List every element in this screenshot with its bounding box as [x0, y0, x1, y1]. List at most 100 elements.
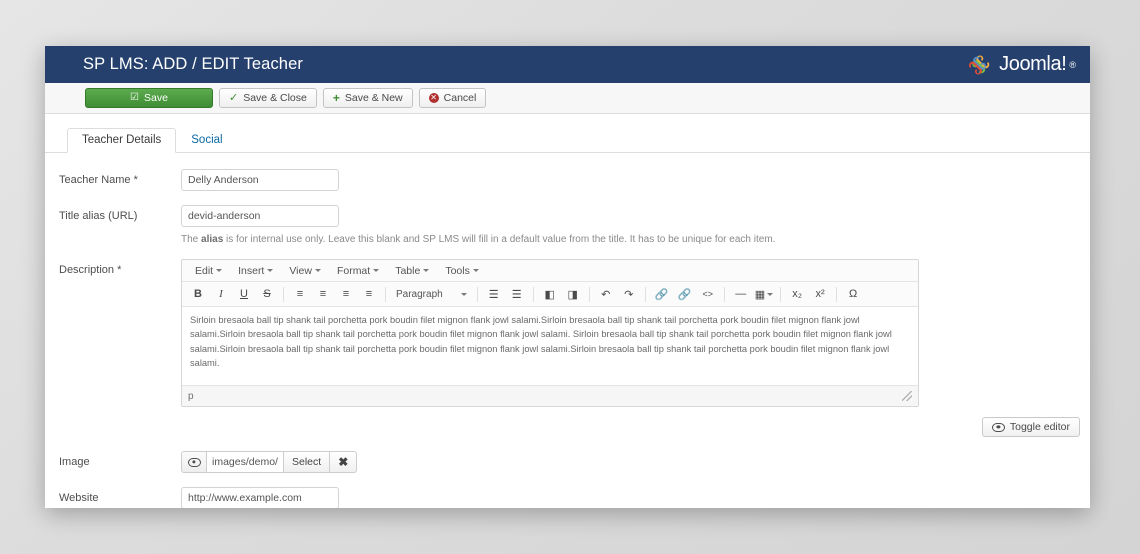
check-icon: ✓ [229, 93, 238, 104]
align-center-icon[interactable]: ≡ [312, 285, 334, 303]
description-label: Description * [59, 259, 181, 276]
toolbar-divider [780, 287, 781, 302]
joomla-trademark: ® [1069, 60, 1076, 70]
save-and-new-button[interactable]: + Save & New [323, 88, 413, 108]
source-code-icon[interactable]: <> [697, 285, 719, 303]
editor-menu-insert[interactable]: Insert [231, 263, 280, 279]
field-row-description: Description * Edit Insert View [45, 259, 1090, 437]
editor-menubar: Edit Insert View Format [182, 260, 918, 282]
joomla-logo-icon [969, 53, 993, 77]
image-preview-button[interactable] [181, 451, 207, 473]
image-input-group: Select ✖ [181, 451, 1090, 473]
image-select-label: Select [292, 456, 321, 468]
teacher-name-input[interactable] [181, 169, 339, 191]
save-document-icon: ☑ [130, 93, 139, 103]
editor-menu-insert-label: Insert [238, 265, 264, 277]
toolbar-divider [645, 287, 646, 302]
joomla-brand: Joomla! ® [969, 53, 1090, 77]
toolbar-divider [836, 287, 837, 302]
chevron-down-icon [267, 269, 273, 272]
image-path-input[interactable] [207, 451, 283, 473]
format-select[interactable]: Paragraph [391, 285, 472, 303]
title-alias-label: Title alias (URL) [59, 205, 181, 222]
horizontal-rule-icon[interactable]: — [730, 285, 752, 303]
editor-menu-table[interactable]: Table [388, 263, 436, 279]
editor-status-bar: p [182, 385, 918, 406]
toolbar-divider [283, 287, 284, 302]
chevron-down-icon [373, 269, 379, 272]
tab-bar: Teacher Details Social [45, 114, 1090, 153]
tab-teacher-details[interactable]: Teacher Details [67, 128, 176, 154]
editor-menu-format-label: Format [337, 265, 370, 277]
indent-icon[interactable]: ◨ [562, 285, 584, 303]
help-prefix: The [181, 234, 201, 245]
outdent-icon[interactable]: ◧ [539, 285, 561, 303]
italic-icon[interactable]: I [210, 285, 232, 303]
editor-menu-edit-label: Edit [195, 265, 213, 277]
field-row-teacher-name: Teacher Name * [45, 169, 1090, 191]
image-label: Image [59, 451, 181, 468]
editor-menu-tools[interactable]: Tools [438, 263, 486, 279]
chevron-down-icon [423, 269, 429, 272]
align-right-icon[interactable]: ≡ [335, 285, 357, 303]
align-justify-icon[interactable]: ≡ [358, 285, 380, 303]
special-character-icon[interactable]: Ω [842, 285, 864, 303]
action-toolbar: ☑ Save ✓ Save & Close + Save & New ✕ Can… [45, 83, 1090, 114]
toggle-editor-row: Toggle editor [181, 407, 1090, 437]
superscript-icon[interactable]: x² [809, 285, 831, 303]
field-row-title-alias: Title alias (URL) The alias is for inter… [45, 205, 1090, 245]
table-icon[interactable]: ▦ [753, 285, 775, 303]
save-and-new-label: Save & New [345, 93, 403, 104]
save-and-close-label: Save & Close [243, 93, 307, 104]
save-button-label: Save [144, 93, 168, 104]
page-header: SP LMS: ADD / EDIT Teacher Joomla! ® [45, 46, 1090, 83]
teacher-name-label: Teacher Name * [59, 169, 181, 186]
toolbar-divider [385, 287, 386, 302]
field-row-image: Image Select ✖ [45, 451, 1090, 473]
editor-menu-format[interactable]: Format [330, 263, 386, 279]
bold-icon[interactable]: B [187, 285, 209, 303]
chevron-down-icon [315, 269, 321, 272]
editor-toolbar: B I U S ≡ ≡ ≡ ≡ Paragraph [182, 282, 918, 307]
editor-menu-edit[interactable]: Edit [188, 263, 229, 279]
toolbar-divider [533, 287, 534, 302]
format-select-value: Paragraph [396, 289, 443, 300]
website-input[interactable] [181, 487, 339, 508]
plus-icon: + [333, 92, 340, 104]
tab-social[interactable]: Social [176, 128, 237, 154]
numbered-list-icon[interactable]: ☰ [506, 285, 528, 303]
editor-resize-handle[interactable] [902, 391, 912, 401]
editor-element-path: p [188, 391, 194, 402]
toggle-editor-label: Toggle editor [1010, 421, 1070, 433]
cancel-label: Cancel [444, 93, 477, 104]
help-bold: alias [201, 234, 223, 245]
image-clear-button[interactable]: ✖ [330, 451, 357, 473]
eye-icon [188, 458, 201, 467]
title-alias-input[interactable] [181, 205, 339, 227]
editor-content-area[interactable]: Sirloin bresaola ball tip shank tail por… [182, 307, 918, 385]
table-glyph: ▦ [755, 288, 765, 301]
toolbar-divider [724, 287, 725, 302]
website-label: Website [59, 487, 181, 504]
cancel-button[interactable]: ✕ Cancel [419, 88, 487, 108]
align-left-icon[interactable]: ≡ [289, 285, 311, 303]
save-and-close-button[interactable]: ✓ Save & Close [219, 88, 317, 108]
image-select-button[interactable]: Select [283, 451, 330, 473]
underline-icon[interactable]: U [233, 285, 255, 303]
teacher-form: Teacher Name * Title alias (URL) The ali… [45, 153, 1090, 508]
chevron-down-icon [473, 269, 479, 272]
toggle-editor-button[interactable]: Toggle editor [982, 417, 1080, 437]
editor-menu-view-label: View [289, 265, 312, 277]
rich-text-editor: Edit Insert View Format [181, 259, 919, 407]
bullet-list-icon[interactable]: ☰ [483, 285, 505, 303]
subscript-icon[interactable]: x₂ [786, 285, 808, 303]
save-button[interactable]: ☑ Save [85, 88, 213, 108]
undo-icon[interactable]: ↶ [595, 285, 617, 303]
strikethrough-icon[interactable]: S [256, 285, 278, 303]
link-icon[interactable]: 🔗 [651, 285, 673, 303]
editor-menu-view[interactable]: View [282, 263, 328, 279]
joomla-wordmark: Joomla! [999, 53, 1066, 76]
toolbar-divider [589, 287, 590, 302]
redo-icon[interactable]: ↷ [618, 285, 640, 303]
unlink-icon[interactable]: 🔗 [674, 285, 696, 303]
